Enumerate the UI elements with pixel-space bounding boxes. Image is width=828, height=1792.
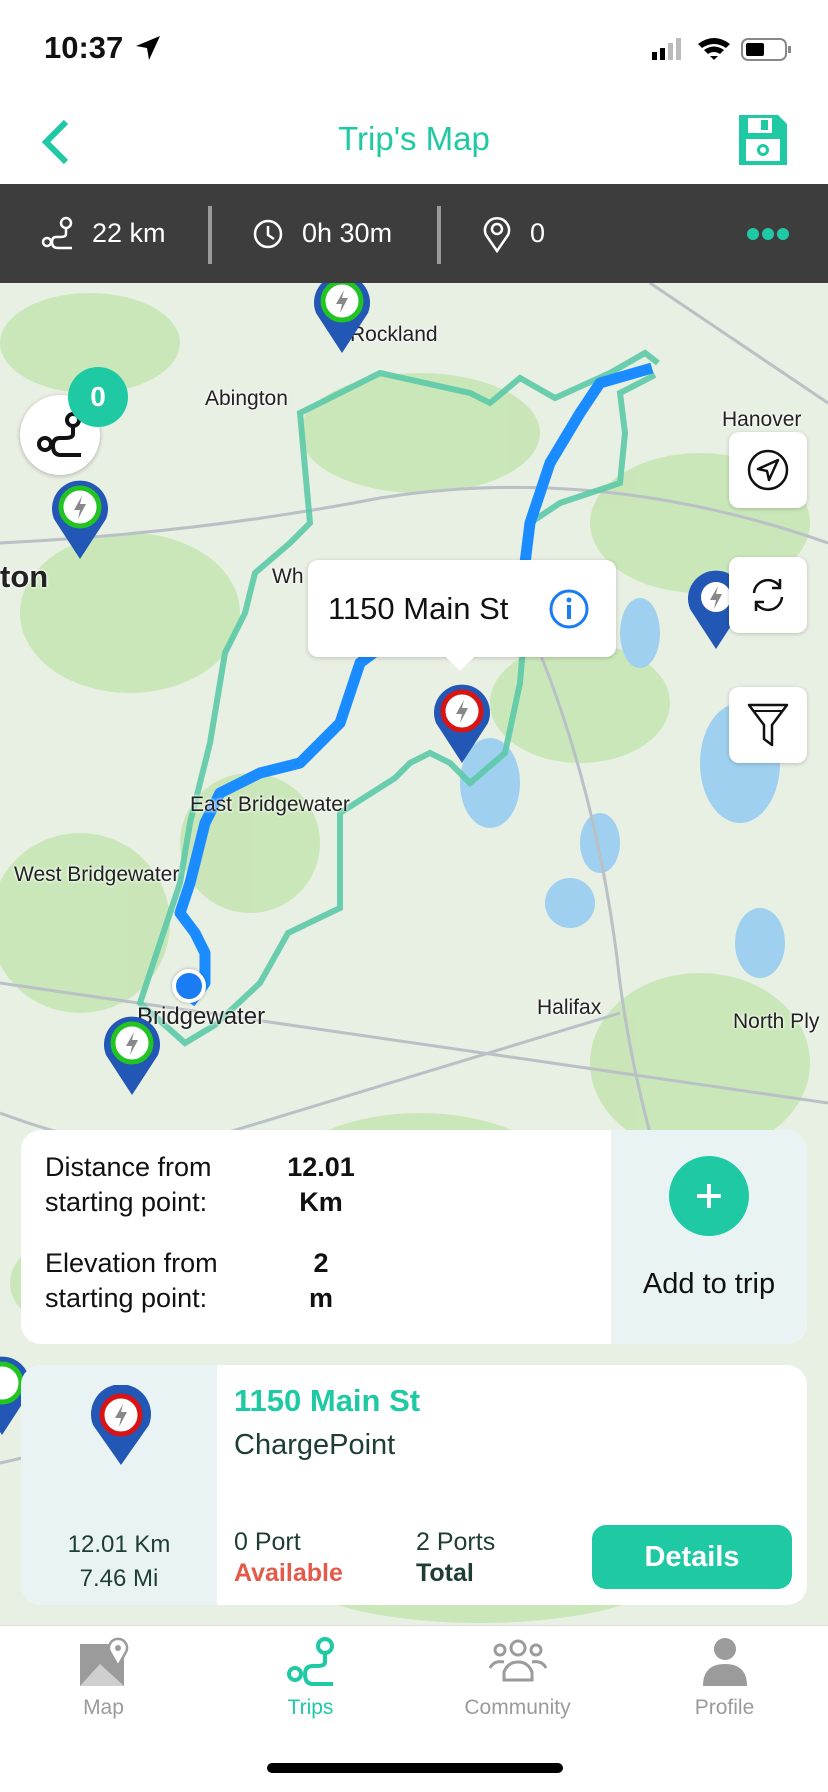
trip-stats-bar: 22 km 0h 30m 0 [0,184,828,283]
map-label: Abington [205,387,288,410]
save-button[interactable] [736,112,790,168]
header: Trip's Map [0,96,828,184]
stat-distance: 22 km [40,184,166,283]
elevation-unit: m [308,1283,333,1313]
tab-label: Profile [694,1696,755,1719]
refresh-icon [752,578,784,612]
distance-mi: 7.46 Mi [79,1565,159,1592]
distance-number: 12.01 [287,1152,355,1182]
bottom-tab-bar: Map Trips Community Profile [0,1625,828,1792]
tab-label: Community [464,1696,571,1719]
map-label: ton [0,559,49,594]
distance-unit: Km [299,1187,343,1217]
filter-button[interactable] [729,687,807,763]
point-info-card: Distance from starting point: 12.01 Km El… [21,1130,807,1344]
charger-pin-available[interactable] [48,479,112,561]
duration-value: 0h 30m [302,218,393,248]
clock-icon [253,219,283,248]
total-count: 2 Ports [416,1528,496,1556]
station-network: ChargePoint [234,1429,396,1461]
plus-icon [669,1156,749,1236]
tab-community[interactable]: Community [414,1636,621,1720]
add-to-trip-button[interactable]: Add to trip [611,1130,807,1344]
map-icon [79,1637,128,1686]
status-icons [652,38,791,61]
details-button[interactable]: Details [592,1525,792,1589]
charger-pin-available[interactable] [310,283,374,355]
route-icon [41,216,73,249]
trips-icon [286,1637,334,1686]
add-to-trip-label: Add to trip [642,1268,776,1300]
available-label: Available [234,1559,343,1587]
divider [437,206,441,264]
distance-km: 12.01 Km [67,1531,171,1558]
available-ports: 0 Port Available [234,1527,343,1589]
status-bar: 10:37 [0,0,828,96]
map-label: Wh [272,565,304,588]
route-count-badge: 0 [68,367,128,427]
page-title: Trip's Map [338,120,490,157]
tab-map[interactable]: Map [0,1636,207,1720]
distance-value: 12.01 Km [261,1150,381,1220]
divider [208,206,212,264]
navigation-arrow-icon [747,449,789,491]
home-indicator [267,1763,563,1773]
profile-icon [702,1638,747,1686]
filter-icon [747,703,789,747]
available-count: 0 Port [234,1528,301,1556]
more-options-button[interactable] [745,226,791,242]
stat-duration: 0h 30m [252,184,392,283]
map-label: East Bridgewater [190,793,350,816]
charger-pin-available[interactable] [100,1015,164,1097]
station-summary: 12.01 Km 7.46 Mi [21,1365,217,1605]
info-icon[interactable] [548,588,590,630]
map-label: Hanover [722,408,802,431]
locate-me-button[interactable] [729,432,807,508]
clock: 10:37 [44,30,124,65]
refresh-button[interactable] [729,557,807,633]
tab-trips[interactable]: Trips [207,1636,414,1720]
distance-value: 22 km [92,218,166,248]
total-label: Total [416,1559,474,1587]
pin-icon [483,216,511,253]
elevation-value: 2m [261,1246,381,1316]
stops-value: 0 [530,218,546,248]
station-card[interactable]: 12.01 Km 7.46 Mi 1150 Main St ChargePoint… [21,1365,807,1605]
map-label: West Bridgewater [14,863,180,886]
elevation-number: 2 [313,1248,329,1278]
location-arrow-icon [136,36,160,60]
elevation-label: Elevation from starting point: [45,1248,218,1313]
callout-title: 1150 Main St [328,590,509,626]
community-icon [488,1639,547,1682]
tab-label: Map [83,1696,124,1719]
tab-label: Trips [287,1696,334,1719]
station-name: 1150 Main St [234,1383,421,1418]
current-location-dot [172,969,206,1003]
total-ports: 2 Ports Total [416,1527,495,1589]
map-label: Halifax [537,996,602,1019]
station-distance: 12.01 Km 7.46 Mi [21,1528,217,1596]
pin-callout[interactable]: 1150 Main St [308,560,616,671]
stat-stops: 0 [482,184,545,283]
selected-charger-pin[interactable] [430,683,494,765]
map-label: North Ply [733,1010,820,1033]
tab-profile[interactable]: Profile [621,1636,828,1720]
distance-label: Distance from starting point: [45,1152,212,1217]
selected-charger-pin-icon [91,1385,151,1465]
